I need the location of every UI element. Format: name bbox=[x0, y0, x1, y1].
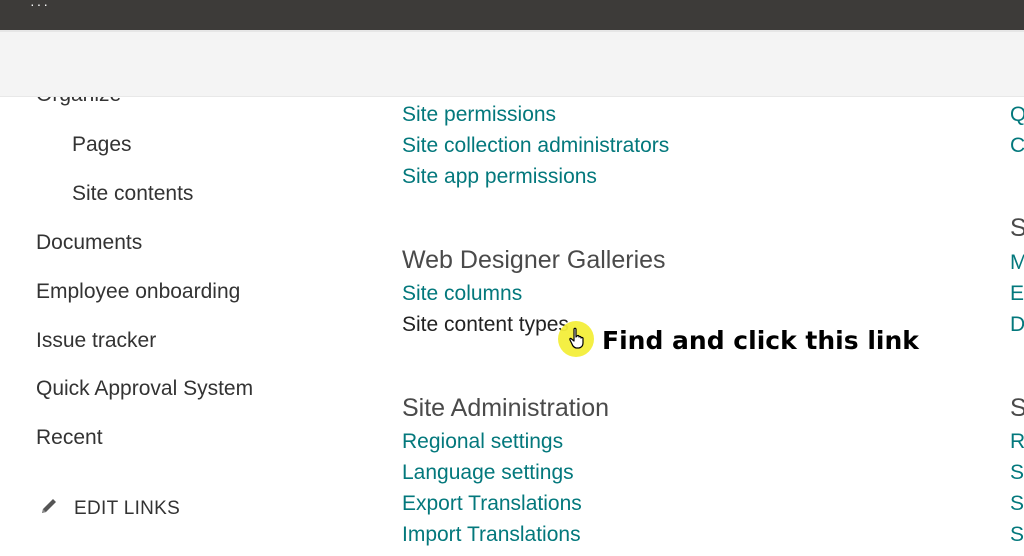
right-heading-2: S bbox=[1010, 394, 1024, 422]
command-bar bbox=[0, 32, 1024, 97]
link-import-translations[interactable]: Import Translations bbox=[402, 524, 581, 545]
nav-item-pages[interactable]: Pages bbox=[72, 134, 132, 155]
link-site-content-types[interactable]: Site content types bbox=[402, 314, 569, 335]
page-content: Organize Pages Site contents Documents E… bbox=[0, 97, 1024, 556]
link-site-permissions[interactable]: Site permissions bbox=[402, 104, 556, 125]
right-link-4[interactable]: E bbox=[1010, 283, 1024, 304]
link-export-translations[interactable]: Export Translations bbox=[402, 493, 582, 514]
link-regional-settings[interactable]: Regional settings bbox=[402, 431, 563, 452]
right-link-5[interactable]: D bbox=[1010, 314, 1024, 335]
right-link-7[interactable]: S bbox=[1010, 462, 1024, 483]
nav-item-organize[interactable]: Organize bbox=[36, 97, 121, 105]
nav-item-recent[interactable]: Recent bbox=[36, 427, 103, 448]
pencil-icon bbox=[38, 495, 60, 522]
right-link-9[interactable]: S bbox=[1010, 524, 1024, 545]
link-site-columns[interactable]: Site columns bbox=[402, 283, 522, 304]
suite-bar: ··· bbox=[0, 0, 1024, 30]
right-link-6[interactable]: R bbox=[1010, 431, 1024, 452]
edit-links-label: EDIT LINKS bbox=[74, 497, 181, 519]
edit-links-button[interactable]: EDIT LINKS bbox=[38, 495, 180, 522]
right-link-2[interactable]: C bbox=[1010, 135, 1024, 156]
heading-site-administration: Site Administration bbox=[402, 394, 610, 422]
right-link-1[interactable]: Q bbox=[1010, 104, 1024, 125]
instruction-label: Find and click this link bbox=[602, 326, 919, 355]
nav-item-site-contents[interactable]: Site contents bbox=[72, 183, 193, 204]
hand-cursor-icon bbox=[568, 327, 586, 354]
nav-item-documents[interactable]: Documents bbox=[36, 232, 142, 253]
heading-web-designer-galleries: Web Designer Galleries bbox=[402, 246, 666, 274]
nav-item-issue-tracker[interactable]: Issue tracker bbox=[36, 330, 156, 351]
nav-item-quick-approval-system[interactable]: Quick Approval System bbox=[36, 378, 253, 399]
right-link-3[interactable]: M bbox=[1010, 252, 1024, 273]
link-site-app-permissions[interactable]: Site app permissions bbox=[402, 166, 597, 187]
right-link-8[interactable]: S bbox=[1010, 493, 1024, 514]
link-site-collection-administrators[interactable]: Site collection administrators bbox=[402, 135, 669, 156]
app-launcher-icon[interactable]: ··· bbox=[30, 0, 50, 12]
right-heading-1: S bbox=[1010, 214, 1024, 242]
nav-item-employee-onboarding[interactable]: Employee onboarding bbox=[36, 281, 240, 302]
link-language-settings[interactable]: Language settings bbox=[402, 462, 574, 483]
